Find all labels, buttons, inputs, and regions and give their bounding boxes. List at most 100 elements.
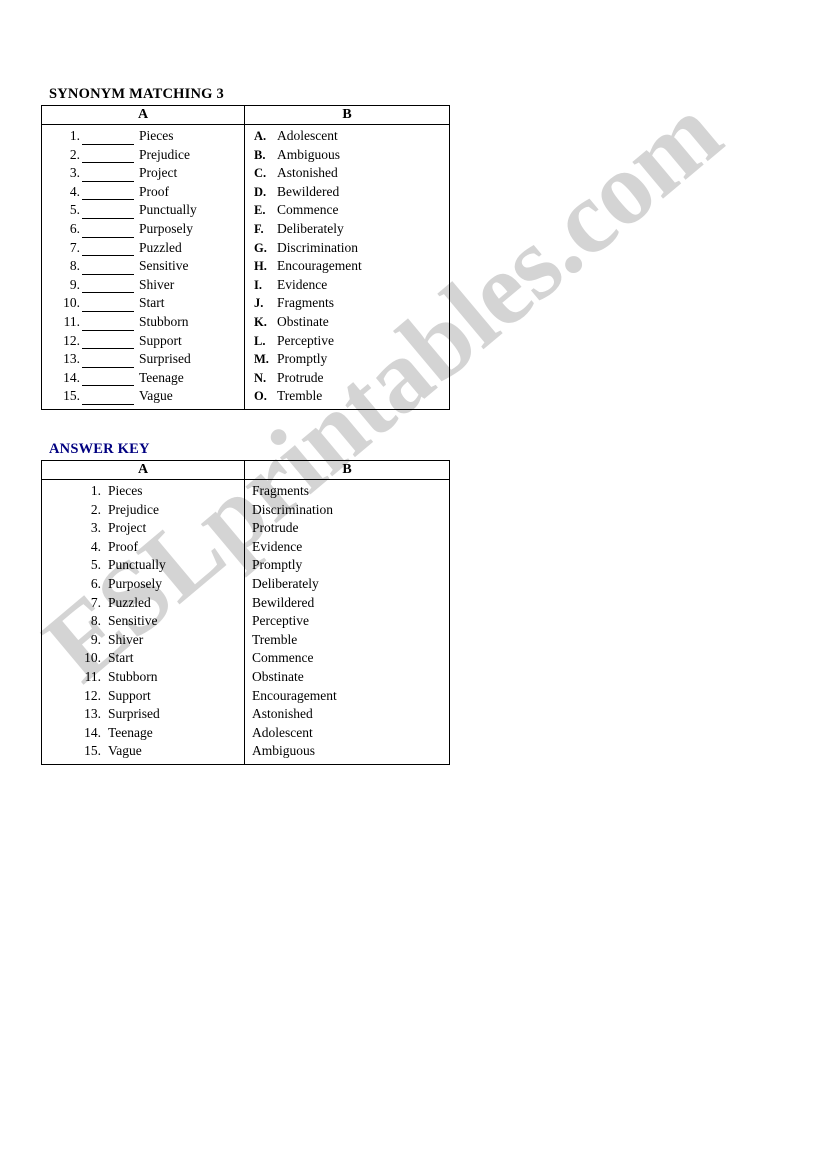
answer-key-column-a-cell: 1. Pieces 2. Prejudice 3. Project 4. Proof 5. Pun… <box>41 479 245 765</box>
answer-blank-input[interactable] <box>82 390 134 405</box>
item-word: Perceptive <box>252 613 309 629</box>
item-number: 15. <box>84 743 101 759</box>
item-number: 13. <box>84 706 101 722</box>
answer-blank-input[interactable] <box>82 334 134 350</box>
item-word: Discrimination <box>277 239 358 255</box>
answer-key-item-b: Bewildered <box>245 594 449 613</box>
answer-key-item-a: 15. Vague <box>42 742 244 761</box>
item-number: 1. <box>90 483 101 498</box>
item-letter: H. <box>254 259 267 274</box>
answer-blank-input[interactable] <box>82 223 134 238</box>
exercise-item-a: 10. Start <box>42 294 244 313</box>
item-word: Fragments <box>252 483 309 498</box>
item-number: 12. <box>84 687 101 703</box>
item-letter: C. <box>254 166 267 181</box>
item-word: Puzzled <box>139 239 182 255</box>
item-word: Ambiguous <box>252 743 316 759</box>
answer-blank-input[interactable] <box>82 371 134 387</box>
answer-blank-input[interactable] <box>82 297 134 312</box>
item-number: 10. <box>63 295 80 311</box>
item-word: Sensitive <box>108 613 158 629</box>
answer-key-item-a: 12. Support <box>42 687 244 706</box>
answer-blank-input[interactable] <box>82 278 134 294</box>
item-number: 13. <box>63 351 80 367</box>
answer-blank-input[interactable] <box>82 241 134 257</box>
item-word: Shiver <box>139 276 175 292</box>
answer-blank-input[interactable] <box>82 204 134 219</box>
item-letter: J. <box>254 296 264 311</box>
item-number: 10. <box>84 650 101 666</box>
item-number: 8. <box>69 258 80 274</box>
answer-blank-input[interactable] <box>82 185 134 201</box>
item-word: Protrude <box>277 369 324 385</box>
exercise-item-b: A. Adolescent <box>245 127 449 146</box>
item-word: Vague <box>108 743 142 759</box>
item-word: Purposely <box>139 220 193 236</box>
answer-key-header-column-b: B <box>244 460 450 480</box>
item-word: Start <box>139 295 165 311</box>
exercise-item-a: 9. Shiver <box>42 276 244 295</box>
answer-key-item-b: Evidence <box>245 538 449 557</box>
exercise-column-a-list: 1. Pieces 2. Prejudice 3. Project 4. Proof 5. Pun… <box>42 125 244 409</box>
item-word: Proof <box>108 538 138 554</box>
answer-key-item-a: 2. Prejudice <box>42 501 244 520</box>
item-word: Pieces <box>139 128 174 143</box>
item-number: 2. <box>90 501 101 517</box>
answer-key-item-b: Astonished <box>245 705 449 724</box>
item-word: Puzzled <box>108 594 151 610</box>
item-word: Deliberately <box>252 575 319 591</box>
item-word: Tremble <box>277 388 323 404</box>
exercise-item-b: H. Encouragement <box>245 257 449 276</box>
item-word: Promptly <box>277 351 328 367</box>
item-word: Pieces <box>108 483 143 498</box>
item-word: Encouragement <box>252 687 337 703</box>
item-number: 14. <box>63 369 80 385</box>
exercise-item-a: 15. Vague <box>42 387 244 406</box>
answer-key-item-b: Perceptive <box>245 612 449 631</box>
answer-key-column-b-cell: Fragments Discrimination Protrude Evidence P… <box>244 479 450 765</box>
answer-blank-input[interactable] <box>82 167 134 182</box>
item-word: Vague <box>139 388 173 404</box>
answer-blank-input[interactable] <box>82 353 134 368</box>
answer-key-item-a: 10. Start <box>42 649 244 668</box>
item-number: 8. <box>90 613 101 629</box>
item-number: 7. <box>69 239 80 255</box>
item-letter: N. <box>254 370 267 385</box>
answer-key-item-a: 8. Sensitive <box>42 612 244 631</box>
item-number: 7. <box>90 594 101 610</box>
answer-blank-input[interactable] <box>82 130 134 145</box>
exercise-item-a: 7. Puzzled <box>42 239 244 258</box>
item-word: Protrude <box>252 520 299 536</box>
answer-blank-input[interactable] <box>82 148 134 164</box>
item-word: Punctually <box>108 557 166 573</box>
item-word: Project <box>108 520 147 536</box>
answer-key-header-row: A B <box>41 460 450 480</box>
exercise-item-a: 3. Project <box>42 164 244 183</box>
answer-blank-input[interactable] <box>82 316 134 331</box>
exercise-item-b: J. Fragments <box>245 294 449 313</box>
answer-blank-input[interactable] <box>82 260 134 275</box>
exercise-item-a: 12. Support <box>42 332 244 351</box>
item-number: 3. <box>69 165 80 181</box>
item-word: Proof <box>139 183 169 199</box>
item-word: Encouragement <box>277 258 362 274</box>
exercise-header-column-b: B <box>244 105 450 125</box>
exercise-header-row: A B <box>41 105 450 125</box>
item-word: Stubborn <box>108 668 158 684</box>
answer-key-item-b: Encouragement <box>245 687 449 706</box>
item-letter: E. <box>254 203 266 218</box>
exercise-body-row: 1. Pieces 2. Prejudice 3. Project 4. Proof 5. Pun… <box>41 124 450 410</box>
item-word: Astonished <box>277 165 338 181</box>
item-number: 11. <box>84 668 101 684</box>
item-word: Commence <box>277 202 339 218</box>
item-letter: G. <box>254 240 267 255</box>
item-word: Promptly <box>252 557 303 573</box>
item-word: Surprised <box>108 706 160 722</box>
item-number: 4. <box>90 538 101 554</box>
item-number: 2. <box>69 146 80 162</box>
exercise-table: A B 1. Pieces 2. Prejudice 3. Project 4. Proof 5… <box>41 105 450 410</box>
item-word: Commence <box>252 650 314 666</box>
answer-key-column-a-list: 1. Pieces 2. Prejudice 3. Project 4. Proof 5. Pun… <box>42 480 244 764</box>
item-word: Ambiguous <box>277 146 341 162</box>
exercise-item-a: 11. Stubborn <box>42 313 244 332</box>
